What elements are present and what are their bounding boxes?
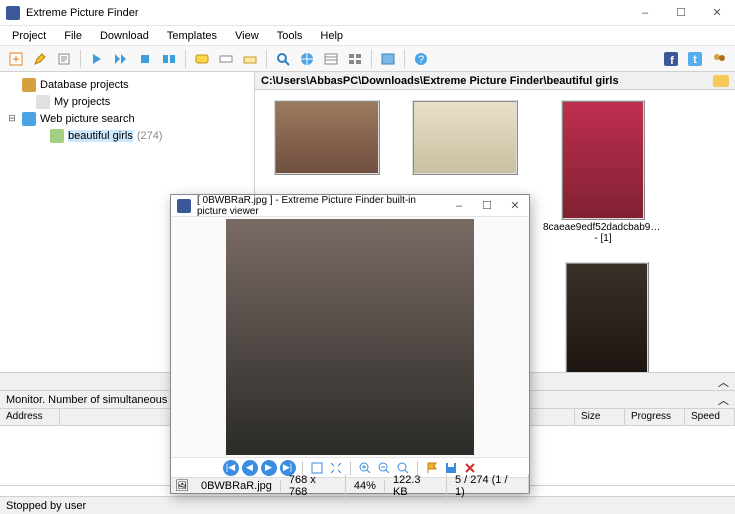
col-progress[interactable]: Progress [625, 409, 685, 425]
status-bar: Stopped by user [0, 496, 735, 514]
viewer-statusbar: 🖼 0BWBRaR.jpg 768 x 768 44% 122.3 KB 5 /… [171, 477, 529, 493]
col-size[interactable]: Size [575, 409, 625, 425]
viewer-close-button[interactable]: ✕ [501, 196, 529, 216]
viewer-dimensions: 768 x 768 [281, 474, 346, 498]
close-button[interactable]: ✕ [699, 1, 735, 25]
menu-project[interactable]: Project [4, 28, 54, 44]
chevron-up-icon[interactable]: ︿ [718, 374, 729, 390]
menu-view[interactable]: View [227, 28, 267, 44]
col-speed[interactable]: Speed [685, 409, 735, 425]
link-button[interactable] [215, 48, 237, 70]
play-button[interactable] [86, 48, 108, 70]
tree-beautiful-girls[interactable]: beautiful girls(274) [6, 127, 248, 144]
viewer-next-button[interactable]: ▶ [261, 460, 277, 476]
menu-tools[interactable]: Tools [269, 28, 311, 44]
col-address[interactable]: Address [0, 409, 60, 425]
menu-help[interactable]: Help [312, 28, 351, 44]
viewer-zoom: 44% [346, 480, 385, 492]
menu-download[interactable]: Download [92, 28, 157, 44]
stop-all-button[interactable] [158, 48, 180, 70]
menubar: Project File Download Templates View Too… [0, 26, 735, 46]
category-button[interactable] [239, 48, 261, 70]
maximize-button[interactable]: ☐ [663, 1, 699, 25]
path-text: C:\Users\AbbasPC\Downloads\Extreme Pictu… [261, 75, 619, 87]
viewer-titlebar[interactable]: [ 0BWBRaR.jpg ] - Extreme Picture Finder… [171, 195, 529, 217]
menu-templates[interactable]: Templates [159, 28, 225, 44]
tree-database-projects[interactable]: Database projects [6, 76, 248, 93]
viewer-image [226, 219, 474, 455]
edit-button[interactable] [29, 48, 51, 70]
path-bar: C:\Users\AbbasPC\Downloads\Extreme Pictu… [255, 72, 735, 90]
minimize-button[interactable]: – [627, 1, 663, 25]
expand-icon[interactable]: ⊟ [6, 113, 18, 124]
thumbnail-button[interactable] [377, 48, 399, 70]
view-thumbs-button[interactable] [344, 48, 366, 70]
play-all-button[interactable] [110, 48, 132, 70]
viewer-zoom-in-button[interactable] [357, 460, 373, 476]
people-button[interactable] [708, 48, 730, 70]
chevron-up-icon[interactable]: ︿ [718, 392, 729, 408]
viewer-first-button[interactable]: |◀ [223, 460, 239, 476]
notes-button[interactable] [191, 48, 213, 70]
app-icon [6, 6, 20, 20]
window-title: Extreme Picture Finder [26, 7, 627, 19]
search-button[interactable] [272, 48, 294, 70]
open-folder-icon[interactable] [713, 75, 729, 87]
new-project-button[interactable] [5, 48, 27, 70]
toolbar: ? f t [0, 46, 735, 72]
tree-my-projects[interactable]: My projects [6, 93, 248, 110]
viewer-window[interactable]: [ 0BWBRaR.jpg ] - Extreme Picture Finder… [170, 194, 530, 494]
viewer-filename: 0BWBRaR.jpg [193, 480, 281, 492]
stop-button[interactable] [134, 48, 156, 70]
menu-file[interactable]: File [56, 28, 90, 44]
main-titlebar: Extreme Picture Finder – ☐ ✕ [0, 0, 735, 26]
svg-text:f: f [670, 55, 674, 66]
properties-button[interactable] [53, 48, 75, 70]
globe-button[interactable] [296, 48, 318, 70]
view-list-button[interactable] [320, 48, 342, 70]
thumbnail-item[interactable]: 0uNvIvV.jpg - [1] [547, 262, 667, 372]
twitter-button[interactable]: t [684, 48, 706, 70]
viewer-filesize: 122.3 KB [385, 474, 447, 498]
thumbnail-item[interactable]: 8caeae9edf52dadcbab9417c8c0... - [1] [543, 100, 663, 244]
viewer-title: [ 0BWBRaR.jpg ] - Extreme Picture Finder… [197, 195, 445, 217]
tree-web-picture-search[interactable]: ⊟Web picture search [6, 110, 248, 127]
viewer-app-icon [177, 199, 191, 213]
viewer-minimize-button[interactable]: – [445, 196, 473, 216]
svg-text:?: ? [418, 54, 424, 66]
viewer-canvas[interactable] [171, 217, 529, 457]
viewer-position: 5 / 274 (1 / 1) [447, 474, 529, 498]
viewer-maximize-button[interactable]: ☐ [473, 196, 501, 216]
viewer-prev-button[interactable]: ◀ [242, 460, 258, 476]
image-icon: 🖼 [175, 479, 189, 492]
facebook-button[interactable]: f [660, 48, 682, 70]
svg-text:t: t [693, 54, 697, 66]
help-icon-button[interactable]: ? [410, 48, 432, 70]
